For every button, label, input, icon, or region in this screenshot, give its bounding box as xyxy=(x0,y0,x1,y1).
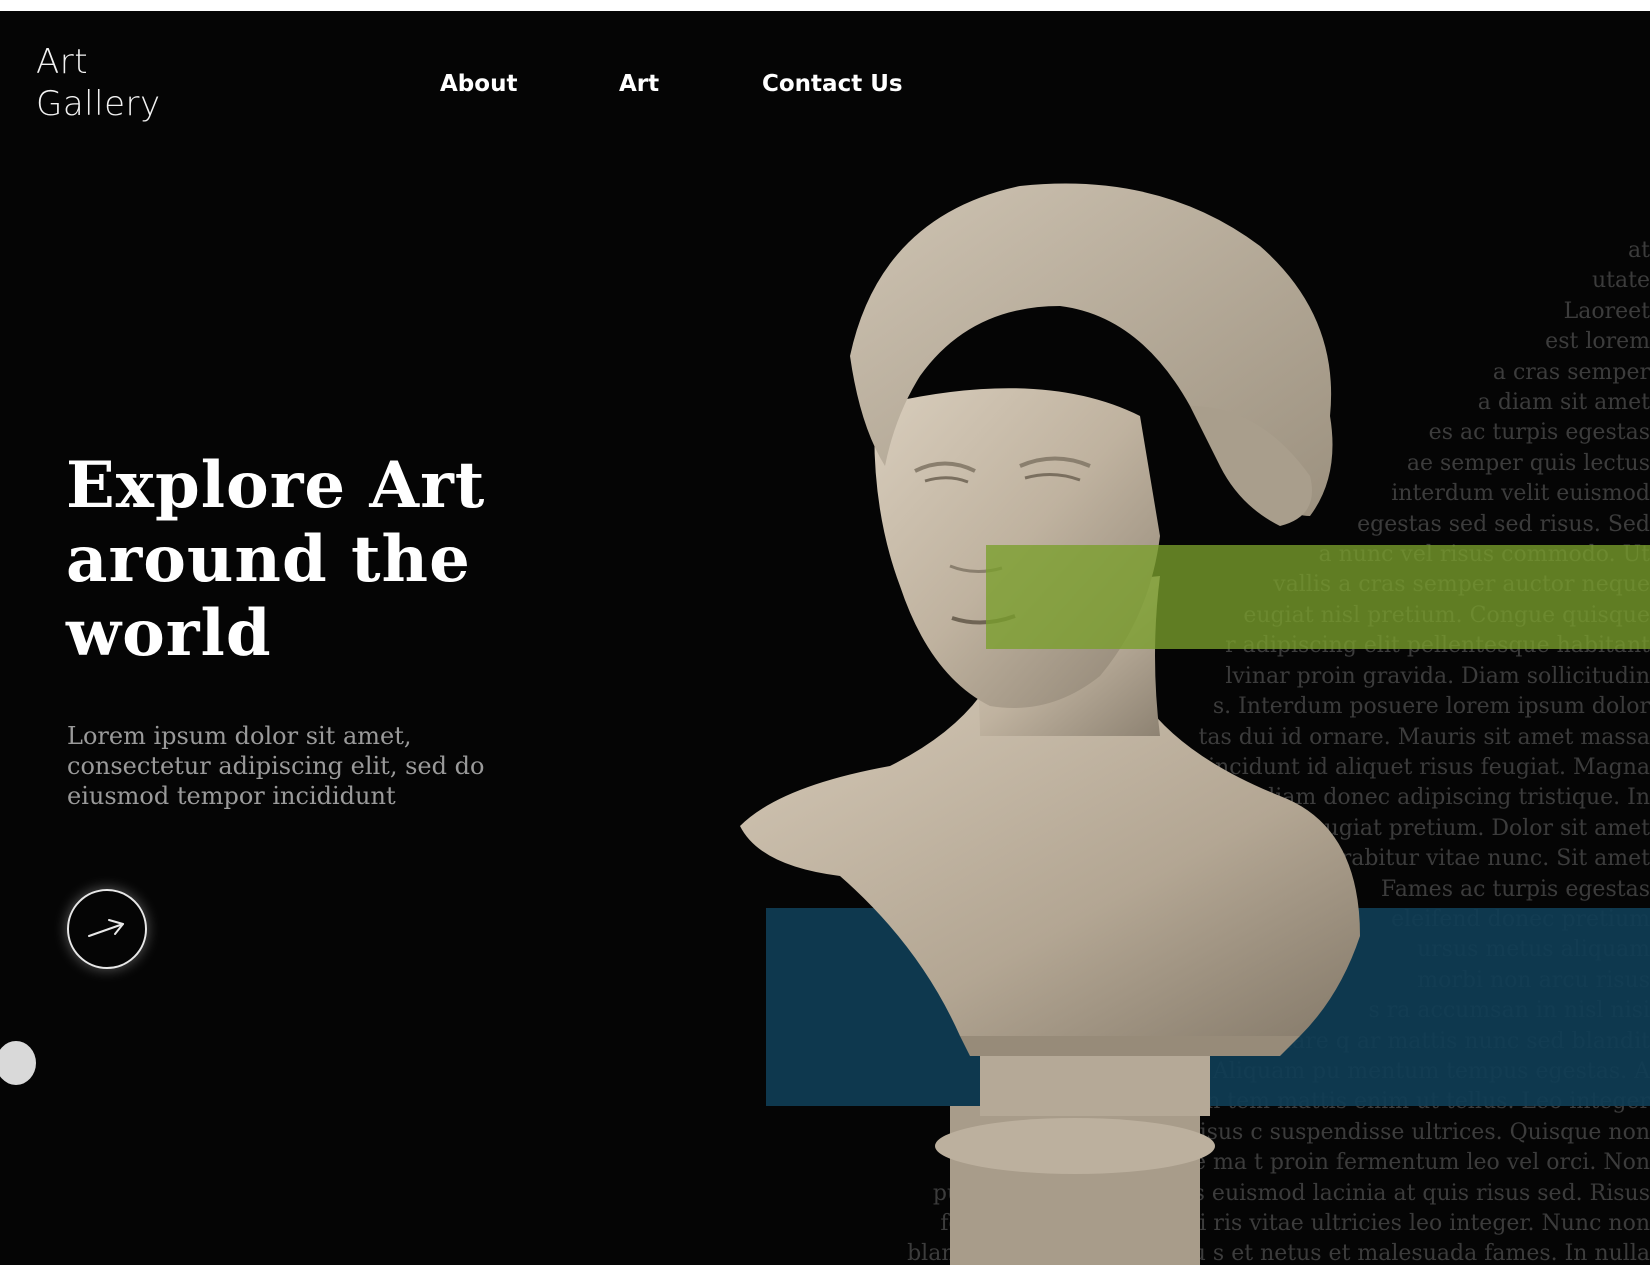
bust-chest xyxy=(740,696,1360,1036)
pedestal-ring xyxy=(935,1118,1215,1174)
scroll-dot-circle xyxy=(0,1041,36,1085)
green-overlay-block xyxy=(986,545,1650,649)
site-logo[interactable]: Art Gallery xyxy=(36,41,161,125)
nav-contact-us[interactable]: Contact Us xyxy=(762,71,903,97)
hero-title: Explore Art around the world xyxy=(66,449,566,671)
explore-arrow-button[interactable] xyxy=(67,889,147,969)
nav-art[interactable]: Art xyxy=(619,71,659,97)
scroll-indicator-dot[interactable] xyxy=(0,1041,36,1085)
logo-line-2: Gallery xyxy=(36,84,161,124)
logo-line-1: Art xyxy=(36,42,89,82)
arrow-right-icon xyxy=(88,919,124,937)
statue-bust-image xyxy=(740,183,1360,1265)
hero-title-line-3: world xyxy=(66,596,272,671)
hero-title-line-1: Explore Art xyxy=(66,448,486,523)
hero-subtitle: Lorem ipsum dolor sit amet, consectetur … xyxy=(67,722,485,810)
page-frame: at utate Laoreet est lorem a cras semper a di… xyxy=(0,11,1650,1265)
hero-title-line-2: around the xyxy=(66,522,471,597)
nav-about[interactable]: About xyxy=(440,71,517,97)
